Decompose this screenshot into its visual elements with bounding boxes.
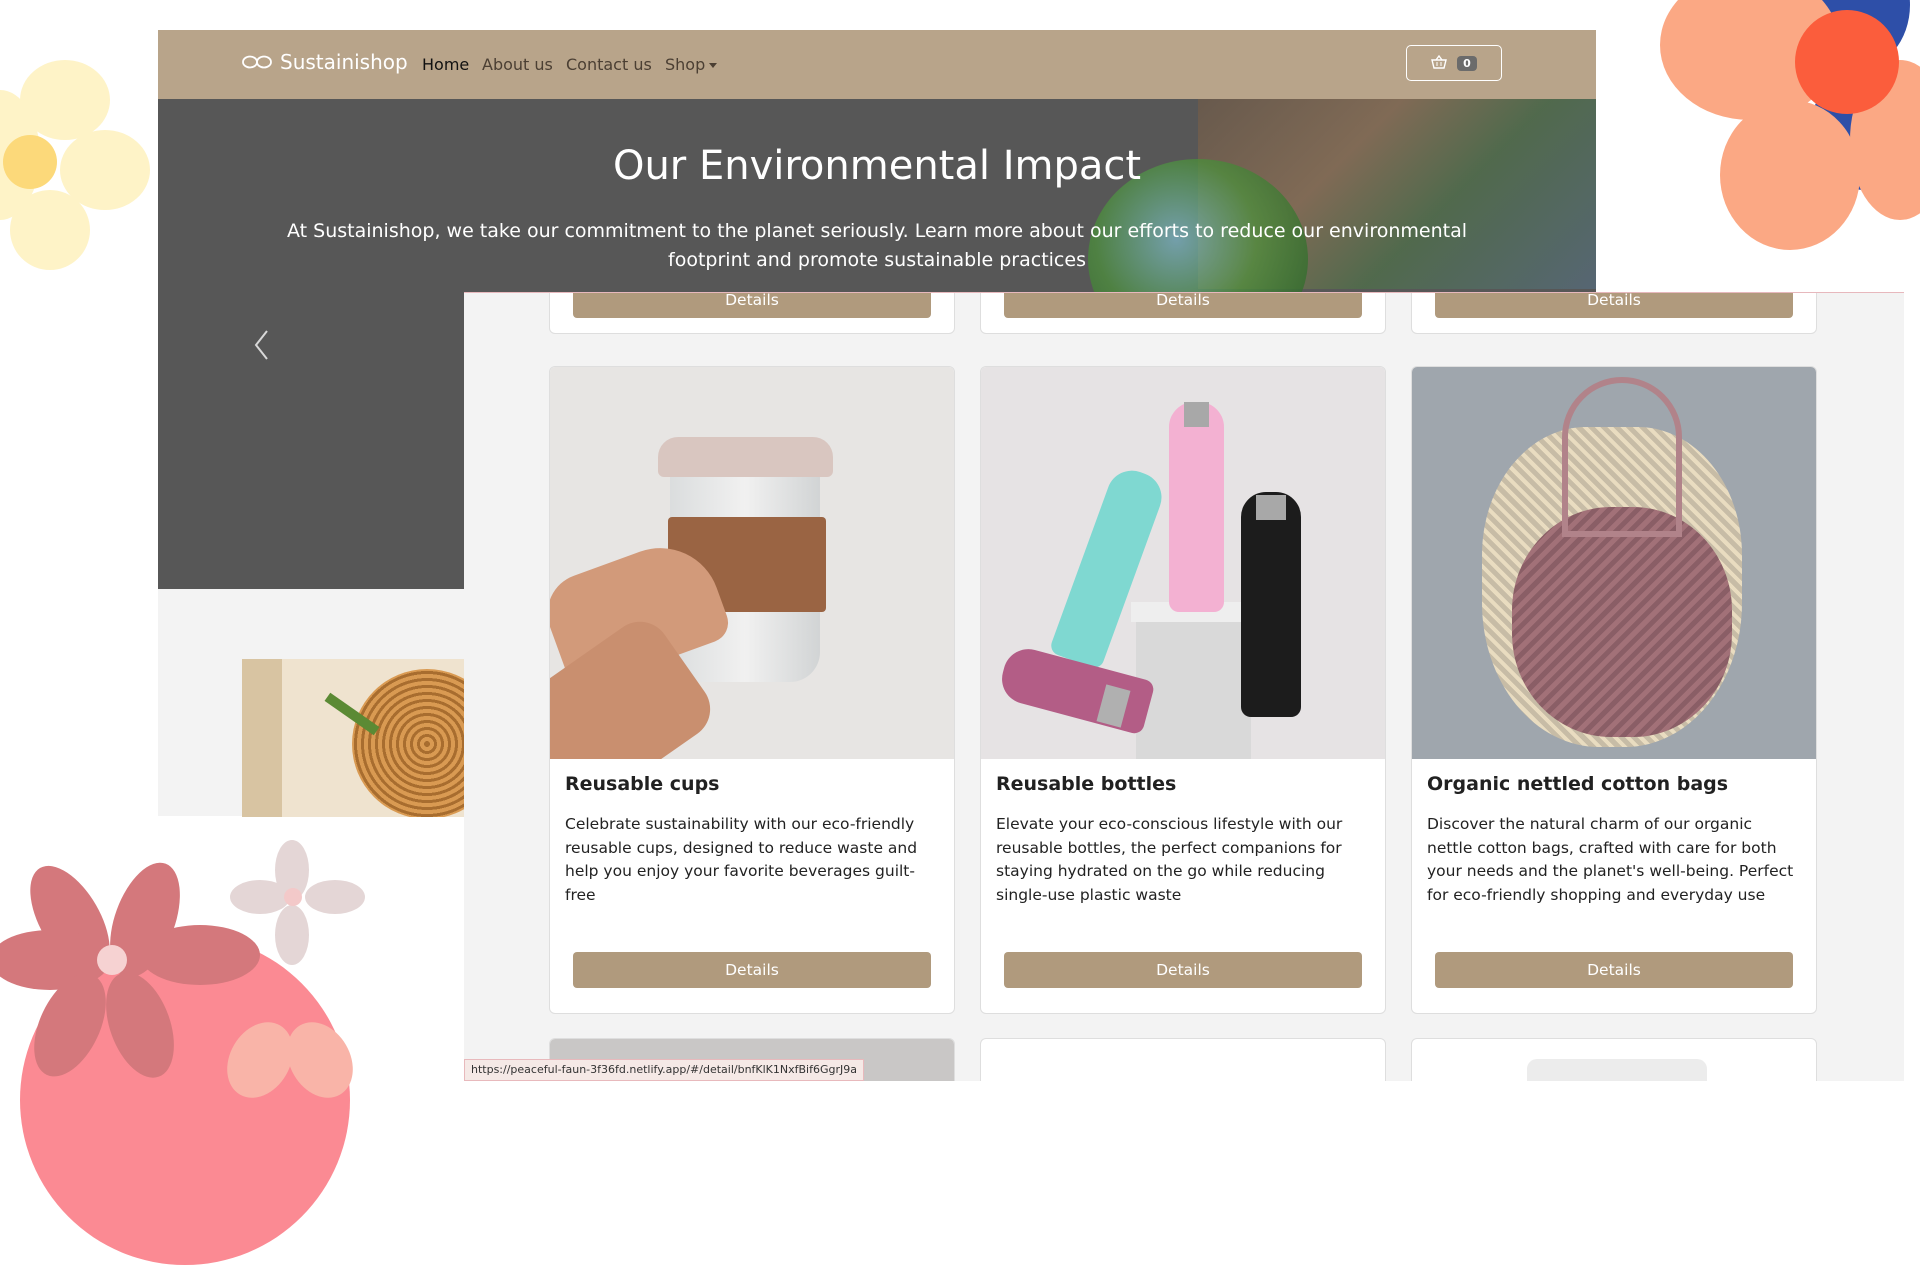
details-button[interactable]: Details	[1435, 952, 1793, 988]
product-title: Reusable bottles	[996, 773, 1177, 795]
brand-link[interactable]: Sustainishop	[242, 50, 408, 74]
product-description: Elevate your eco-conscious lifestyle wit…	[996, 815, 1343, 904]
product-card-reusable-bottles: Reusable bottles Elevate your eco-consci…	[980, 366, 1386, 1014]
basket-icon	[1431, 54, 1448, 73]
pink-flower-decoration	[0, 830, 470, 1265]
details-button[interactable]: Details	[573, 952, 931, 988]
yellow-flower-decoration	[0, 50, 150, 280]
chevron-left-icon	[252, 330, 272, 367]
brand-name: Sustainishop	[280, 50, 408, 74]
details-button[interactable]: Details	[1435, 293, 1793, 318]
product-card-cotton-bags: Organic nettled cotton bags Discover the…	[1411, 366, 1817, 1014]
product-card-partial: Details	[980, 293, 1386, 334]
details-button[interactable]: Details	[1004, 293, 1362, 318]
foreground-browser-window: Details Details Details Reusable cups Ce…	[464, 292, 1904, 1081]
nav-link-contact[interactable]: Contact us	[566, 55, 652, 74]
cart-button[interactable]: 0	[1406, 45, 1502, 81]
hero-title: Our Environmental Impact	[612, 143, 1142, 189]
product-title: Organic nettled cotton bags	[1427, 773, 1729, 795]
hero-description: At Sustainishop, we take our commitment …	[286, 220, 1467, 271]
product-card-partial: Details	[1411, 293, 1817, 334]
details-button[interactable]: Details	[1004, 952, 1362, 988]
caret-down-icon	[709, 63, 718, 68]
product-card-partial	[1411, 1038, 1817, 1081]
carousel-prev-button[interactable]	[252, 327, 272, 363]
link-status-bar: https://peaceful-faun-3f36fd.netlify.app…	[464, 1059, 864, 1081]
product-description: Celebrate sustainability with our eco-fr…	[565, 815, 918, 904]
orange-flower-decoration	[1640, 0, 1920, 260]
navbar: Sustainishop Home About us Contact us Sh…	[158, 30, 1596, 99]
reusable-cup-image	[550, 367, 954, 759]
hairbrush-product-image	[242, 659, 464, 817]
product-description: Discover the natural charm of our organi…	[1427, 815, 1794, 904]
nav-link-about[interactable]: About us	[482, 55, 553, 74]
product-card-partial	[980, 1038, 1386, 1081]
product-card-reusable-cups: Reusable cups Celebrate sustainability w…	[549, 366, 955, 1014]
reusable-bottles-image	[981, 367, 1385, 759]
cotton-bags-image	[1412, 367, 1816, 759]
shop-label: Shop	[665, 55, 706, 74]
details-button[interactable]: Details	[573, 293, 931, 318]
infinity-leaf-icon	[242, 54, 272, 70]
nav-dropdown-shop[interactable]: Shop	[665, 55, 718, 74]
cart-count-badge: 0	[1457, 55, 1477, 71]
product-title: Reusable cups	[565, 773, 720, 795]
product-image-partial	[1527, 1059, 1707, 1081]
product-card-partial: Details	[549, 293, 955, 334]
nav-link-home[interactable]: Home	[422, 55, 469, 74]
